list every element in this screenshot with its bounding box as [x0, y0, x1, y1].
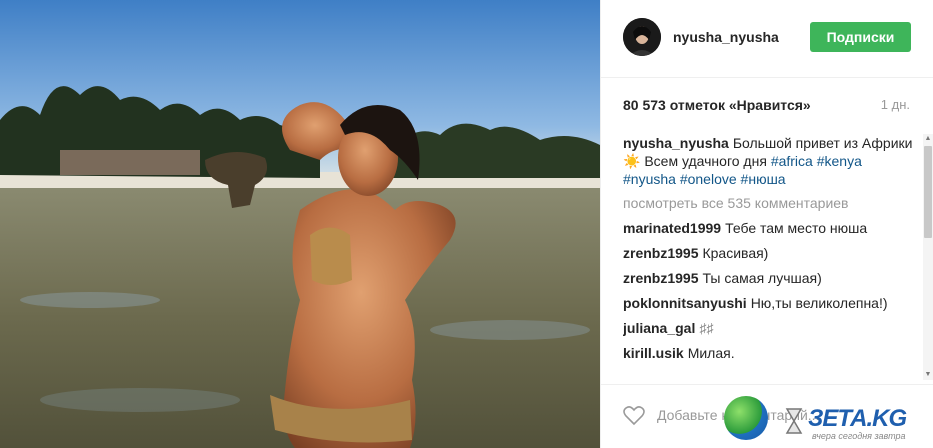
- hashtag-link[interactable]: #нюша: [741, 171, 786, 187]
- hashtag-link[interactable]: #africa: [771, 153, 813, 169]
- comment-text: Ты самая лучшая): [702, 270, 822, 286]
- post-photo: [0, 0, 600, 448]
- post-time[interactable]: 1 дн.: [881, 97, 910, 112]
- watermark-tagline: вчера сегодня завтра: [812, 431, 906, 441]
- watermark-logo: ЗЕТА.KG вчера сегодня завтра: [718, 394, 933, 448]
- comment-text: Тебе там место нюша: [725, 220, 868, 236]
- scroll-up-arrow-icon[interactable]: ▲: [923, 134, 933, 144]
- comments-scrollbar[interactable]: ▲ ▼: [923, 134, 933, 380]
- comment-item: kirill.usik Милая.: [623, 344, 915, 362]
- comment-username[interactable]: kirill.usik: [623, 345, 684, 361]
- post-header: nyusha_nyusha Подписки: [601, 0, 933, 78]
- post-side-panel: nyusha_nyusha Подписки 80 573 отметок «Н…: [600, 0, 933, 448]
- view-all-comments-link[interactable]: посмотреть все 535 комментариев: [623, 194, 915, 212]
- following-button[interactable]: Подписки: [810, 22, 911, 52]
- avatar[interactable]: [623, 18, 661, 56]
- likes-count[interactable]: 80 573 отметок «Нравится»: [623, 97, 811, 113]
- comment-item: poklonnitsanyushi Ню,ты великолепна!): [623, 294, 915, 312]
- comment-username[interactable]: zrenbz1995: [623, 245, 698, 261]
- hashtag-link[interactable]: #kenya: [817, 153, 862, 169]
- comment-text: Красивая): [702, 245, 769, 261]
- comment-text: ♯♯: [699, 320, 714, 336]
- comment-item: zrenbz1995 Красивая): [623, 244, 915, 262]
- comment-item: juliana_gal ♯♯: [623, 319, 915, 337]
- caption-username[interactable]: nyusha_nyusha: [623, 135, 729, 151]
- comments-list[interactable]: nyusha_nyusha Большой привет из Африки☀️ …: [623, 134, 915, 382]
- comment-item: marinated1999 Тебе там место нюша: [623, 219, 915, 237]
- comment-username[interactable]: poklonnitsanyushi: [623, 295, 747, 311]
- hourglass-icon: [784, 408, 804, 434]
- hashtag-link[interactable]: #nyusha: [623, 171, 676, 187]
- comment-text: Ню,ты великолепна!): [750, 295, 888, 311]
- comment-username[interactable]: juliana_gal: [623, 320, 695, 336]
- comment-text: Милая.: [687, 345, 735, 361]
- globe-icon: [724, 396, 768, 440]
- hashtag-link[interactable]: #onelove: [680, 171, 737, 187]
- comment-username[interactable]: zrenbz1995: [623, 270, 698, 286]
- post-caption: nyusha_nyusha Большой привет из Африки☀️ …: [623, 134, 915, 188]
- comment-username[interactable]: marinated1999: [623, 220, 721, 236]
- heart-icon[interactable]: [623, 406, 645, 426]
- scrollbar-thumb[interactable]: [924, 146, 932, 238]
- post-author-username[interactable]: nyusha_nyusha: [673, 29, 779, 45]
- scroll-down-arrow-icon[interactable]: ▼: [923, 370, 933, 380]
- watermark-brand: ЗЕТА.KG: [808, 405, 907, 432]
- comment-item: zrenbz1995 Ты самая лучшая): [623, 269, 915, 287]
